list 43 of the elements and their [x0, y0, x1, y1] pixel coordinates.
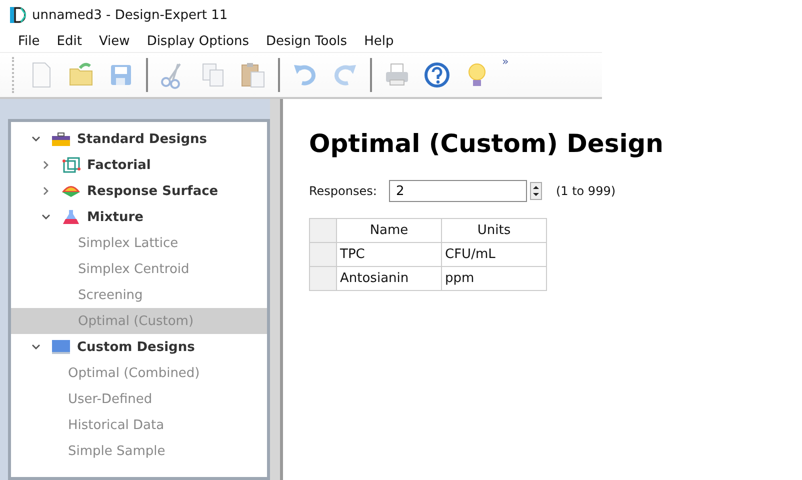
menu-item[interactable]: Edit: [56, 34, 82, 48]
table-cell[interactable]: CFU/mL: [442, 242, 546, 266]
tree-item[interactable]: Mixture: [11, 204, 267, 230]
tree-item[interactable]: User-Defined: [11, 386, 267, 412]
responses-label: Responses:: [309, 184, 377, 198]
column-header: Name: [336, 218, 442, 242]
app-logo-icon: [10, 6, 26, 24]
range-hint: (1 to 999): [556, 184, 616, 198]
tree-item[interactable]: Custom Designs: [11, 334, 267, 360]
table-cell[interactable]: Antosianin: [336, 266, 442, 290]
spinner-buttons[interactable]: [530, 182, 542, 200]
tree-item[interactable]: Screening: [11, 282, 267, 308]
column-header: Units: [442, 218, 546, 242]
chevron-down-icon[interactable]: [31, 342, 41, 352]
monitor-icon: [51, 339, 71, 355]
menu-item[interactable]: Display Options: [146, 34, 250, 48]
tree-item[interactable]: Simple Sample: [11, 438, 267, 464]
surface-plot-icon: [61, 183, 81, 199]
flask-icon: [61, 209, 81, 225]
tree-item[interactable]: Standard Designs: [11, 126, 267, 152]
chevron-right-icon[interactable]: [41, 186, 51, 196]
menu-item[interactable]: Design Tools: [266, 34, 348, 48]
toolbar-overflow-button[interactable]: »: [502, 55, 509, 68]
menu-item[interactable]: File: [18, 34, 40, 48]
tree-item[interactable]: Response Surface: [11, 178, 267, 204]
chevron-right-icon[interactable]: [41, 160, 51, 170]
tree-item[interactable]: Simplex Centroid: [11, 256, 267, 282]
table-cell[interactable]: TPC: [336, 242, 442, 266]
menu-item[interactable]: Help: [364, 34, 394, 48]
page-heading: Optimal (Custom) Design: [309, 129, 664, 158]
toolbox-icon: [51, 131, 71, 147]
help-icon[interactable]: [422, 60, 452, 90]
table-cell[interactable]: ppm: [442, 266, 546, 290]
tree-item[interactable]: Simplex Lattice: [11, 230, 267, 256]
responses-field[interactable]: 2: [388, 180, 527, 202]
window-title: unnamed3 - Design-Expert 11: [32, 8, 228, 22]
chevron-down-icon[interactable]: [41, 212, 51, 222]
tree-item[interactable]: Factorial: [11, 152, 267, 178]
tree-item[interactable]: Optimal (Combined): [11, 360, 267, 386]
chevron-down-icon[interactable]: [31, 134, 41, 144]
cube-icon: [61, 157, 81, 173]
menu-item[interactable]: View: [98, 34, 130, 48]
tree-item[interactable]: Historical Data: [11, 412, 267, 438]
